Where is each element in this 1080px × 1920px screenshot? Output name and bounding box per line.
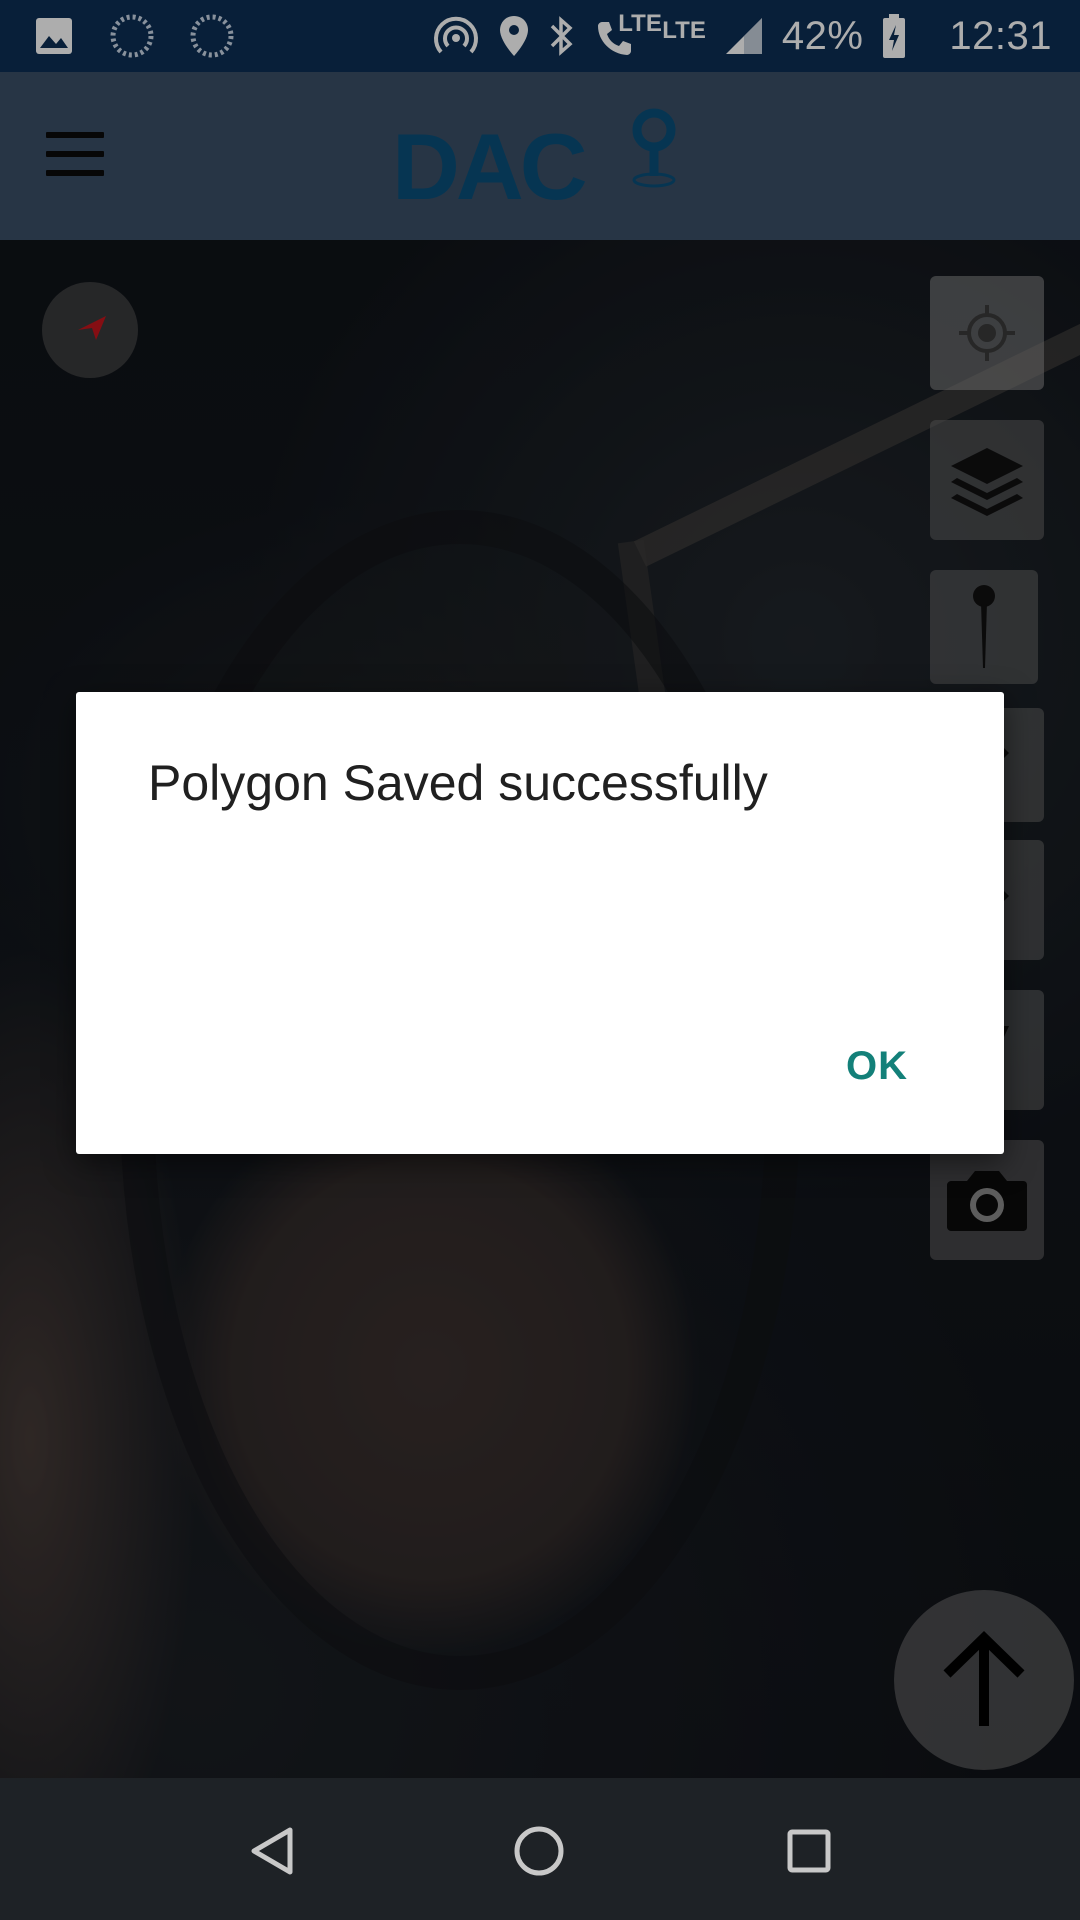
compass-icon[interactable] xyxy=(42,282,138,378)
recents-icon xyxy=(787,1829,831,1873)
arrow-up-icon xyxy=(943,1631,1025,1726)
back-icon xyxy=(251,1827,293,1875)
home-button[interactable] xyxy=(504,1816,574,1886)
home-icon xyxy=(514,1826,564,1876)
app-bar: DAC xyxy=(0,72,1080,240)
sync-icon xyxy=(190,14,234,58)
ok-button[interactable]: OK xyxy=(846,1044,908,1089)
alert-dialog: Polygon Saved successfully OK xyxy=(76,692,1004,1154)
back-button[interactable] xyxy=(236,1816,306,1886)
camera-icon xyxy=(947,1171,1027,1231)
sync-icon xyxy=(110,14,154,58)
lte-label: LTE xyxy=(618,10,662,37)
recents-button[interactable] xyxy=(774,1816,844,1886)
scroll-up-button[interactable] xyxy=(894,1590,1074,1770)
camera-button[interactable] xyxy=(930,1140,1044,1260)
logo-pin-icon xyxy=(632,108,676,188)
logo-text: DAC xyxy=(392,114,588,219)
gallery-icon xyxy=(36,18,72,54)
dialog-message: Polygon Saved successfully xyxy=(148,755,768,811)
pin-icon xyxy=(973,585,995,668)
bluetooth-icon xyxy=(551,16,573,56)
layers-button[interactable] xyxy=(930,420,1044,540)
location-icon xyxy=(500,16,529,56)
system-status: LTE LTE 42% 12:31 xyxy=(432,0,1052,72)
dac-logo: DAC xyxy=(392,108,692,218)
volte-call-icon: LTE xyxy=(594,10,662,58)
hotspot-icon xyxy=(434,16,479,54)
battery-percent: 42% xyxy=(781,13,864,58)
hamburger-menu-icon[interactable] xyxy=(46,132,104,180)
clock: 12:31 xyxy=(949,13,1052,58)
navigation-bar xyxy=(0,1778,1080,1920)
my-location-button[interactable] xyxy=(930,276,1044,390)
status-bar: LTE LTE 42% 12:31 xyxy=(0,0,1080,72)
battery-charging-icon xyxy=(883,14,906,58)
pin-button[interactable] xyxy=(930,570,1038,684)
lte-label: LTE xyxy=(662,17,706,44)
layers-icon xyxy=(951,448,1023,516)
signal-icon xyxy=(725,18,762,54)
notification-icons xyxy=(34,14,234,58)
my-location-icon xyxy=(959,305,1015,361)
